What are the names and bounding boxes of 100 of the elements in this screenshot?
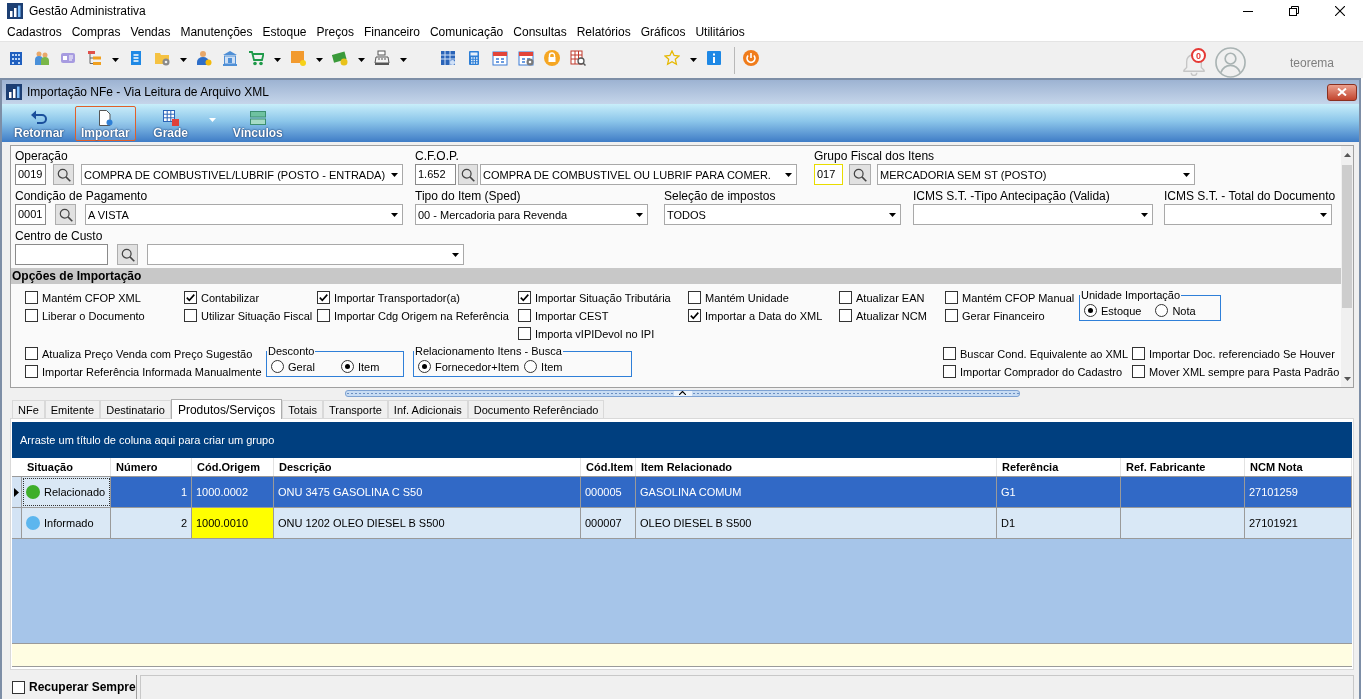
checkbox-option[interactable]: Contabilizar	[184, 289, 317, 306]
dropdown-field[interactable]	[913, 204, 1153, 225]
checkbox-option[interactable]: Mantém CFOP Manual	[945, 289, 1079, 306]
menu-item[interactable]: Utilitários	[690, 24, 750, 39]
menu-item[interactable]: Vendas	[125, 24, 176, 39]
radio-option[interactable]: Item	[524, 358, 563, 375]
table-row[interactable]: Informado 2 1000.0010 ONU 1202 OLEO DIESEL B S500 000007 OLEO DIESEL B S500 D1 27101921	[12, 508, 1352, 539]
code-field[interactable]: 0001	[15, 204, 46, 225]
checkbox-option[interactable]: Importar CEST	[518, 307, 688, 324]
column-header[interactable]: NCM Nota	[1245, 458, 1352, 476]
tab[interactable]: Totais	[282, 400, 324, 418]
checkbox-option[interactable]: Liberar o Documento	[25, 307, 184, 324]
checkbox-option[interactable]: Atualizar NCM	[839, 307, 945, 324]
tab[interactable]: NFe	[12, 400, 45, 418]
caret-icon	[273, 58, 281, 62]
row-indicator-icon	[14, 487, 19, 497]
radio-option[interactable]: Estoque	[1084, 302, 1142, 319]
checkbox-option[interactable]: Importar Cdg Origem na Referência	[317, 307, 518, 324]
scrollbar-thumb[interactable]	[1342, 165, 1352, 308]
dropdown-field[interactable]: COMPRA DE COMBUSTIVEL/LUBRIF (POSTO - ENTRADA)	[81, 164, 403, 185]
dropdown-field[interactable]: 00 - Mercadoria para Revenda	[415, 204, 648, 225]
splitter-handle[interactable]	[345, 389, 1020, 397]
scrollbar[interactable]	[1341, 146, 1353, 387]
checkbox-option[interactable]: Mantém Unidade	[688, 289, 839, 306]
search-button[interactable]	[53, 164, 74, 185]
column-header[interactable]: Número	[111, 458, 192, 476]
checkbox-option[interactable]: Importar Referência Informada Manualmente	[25, 363, 266, 380]
code-field[interactable]	[15, 244, 108, 265]
user-avatar-icon[interactable]	[1214, 47, 1246, 78]
folder-gear-icon	[154, 50, 170, 66]
menu-item[interactable]: Relatórios	[571, 24, 636, 39]
radio-option[interactable]: Fornecedor+Item	[418, 358, 520, 375]
checkbox-option[interactable]: Mover XML sempre para Pasta Padrão	[1132, 363, 1341, 380]
checkbox-option[interactable]: Recuperar Sempre	[10, 675, 137, 699]
dropdown-field[interactable]: TODOS	[664, 204, 901, 225]
column-header[interactable]: Cód.Origem	[192, 458, 274, 476]
search-button[interactable]	[849, 164, 871, 185]
search-icon	[120, 247, 135, 262]
tab[interactable]: Destinatario	[100, 400, 171, 418]
column-header[interactable]: Situação	[22, 458, 111, 476]
table-row[interactable]: Relacionado 1 1000.0002 ONU 3475 GASOLINA C S50 000005 GASOLINA COMUM G1 27101259	[12, 477, 1352, 508]
menu-item[interactable]: Comunicação	[424, 24, 509, 39]
column-header[interactable]: Descrição	[274, 458, 581, 476]
menu-item[interactable]: Gráficos	[635, 24, 691, 39]
tab[interactable]: Documento Referênciado	[467, 400, 605, 418]
menu-item[interactable]: Cadastros	[2, 24, 67, 39]
field-label: Operação	[15, 149, 69, 163]
menu-item[interactable]: Preços	[311, 24, 359, 39]
column-header[interactable]: Ref. Fabricante	[1121, 458, 1245, 476]
checkbox-option[interactable]: Atualizar EAN	[839, 289, 945, 306]
menu-item[interactable]: Estoque	[257, 24, 312, 39]
column-header[interactable]: Referência	[997, 458, 1121, 476]
group-title: Relacionamento Itens - Busca	[414, 345, 563, 357]
checkbox-option[interactable]: Mantém CFOP XML	[25, 289, 184, 306]
dropdown-field[interactable]: MERCADORIA SEM ST (POSTO)	[877, 164, 1195, 185]
table-cell: 27101259	[1245, 477, 1352, 507]
building-icon	[8, 50, 24, 66]
checkbox-option[interactable]: Importar Comprador do Cadastro	[943, 363, 1132, 380]
code-field[interactable]: 017	[814, 164, 843, 185]
checkbox-option[interactable]: Buscar Cond. Equivalente ao XML	[943, 345, 1132, 362]
code-field[interactable]: 0019	[15, 164, 46, 185]
code-field[interactable]: 1.652	[415, 164, 456, 185]
search-button[interactable]	[117, 244, 138, 265]
checkbox-option[interactable]: Utilizar Situação Fiscal	[184, 307, 317, 324]
menu-item[interactable]: Compras	[66, 24, 126, 39]
tab[interactable]: Emitente	[44, 400, 101, 418]
dropdown-field[interactable]: COMPRA DE COMBUSTIVEL OU LUBRIF PARA COMER.	[480, 164, 797, 185]
menu-item[interactable]: Financeiro	[358, 24, 425, 39]
checkbox-option[interactable]: Importar Transportador(a)	[317, 289, 518, 306]
column-header[interactable]: Cód.Item	[581, 458, 636, 476]
checkbox-option[interactable]: Gerar Financeiro	[945, 307, 1079, 324]
caret-icon	[785, 172, 792, 177]
table-cell: D1	[997, 508, 1121, 538]
dropdown-field[interactable]: A VISTA	[85, 204, 403, 225]
tab[interactable]: Produtos/Serviços	[170, 399, 283, 419]
checkbox-option[interactable]: Importar Doc. referenciado Se Houver	[1132, 345, 1341, 362]
checkbox-option[interactable]: Atualiza Preço Venda com Preço Sugestão	[25, 345, 266, 362]
radio-option[interactable]: Nota	[1155, 302, 1196, 319]
column-header[interactable]: Item Relacionado	[636, 458, 997, 476]
radio-option[interactable]: Item	[340, 358, 380, 375]
menu-item[interactable]: Consultas	[508, 24, 572, 39]
tab[interactable]: Transporte	[323, 400, 388, 418]
caret-icon	[111, 58, 119, 62]
dropdown-field[interactable]	[1164, 204, 1332, 225]
checkbox-option[interactable]: Importar a Data do XML	[688, 307, 839, 324]
menu-item[interactable]: Manutenções	[175, 24, 258, 39]
close-icon	[1337, 88, 1347, 96]
checkbox-option[interactable]: Importar Situação Tributária	[518, 289, 688, 306]
search-icon	[853, 167, 867, 182]
close-button[interactable]	[1327, 83, 1357, 101]
dropdown-field[interactable]	[147, 244, 464, 265]
table-cell: 1000.0010	[192, 508, 274, 538]
tab[interactable]: Inf. Adicionais	[387, 400, 468, 418]
field-label: C.F.O.P.	[415, 149, 460, 163]
search-button[interactable]	[458, 164, 478, 185]
undo-arrow-icon	[31, 110, 47, 126]
search-button[interactable]	[55, 204, 76, 225]
checkbox-option[interactable]: Importa vIPIDevol no IPI	[518, 325, 688, 342]
radio-option[interactable]: Geral	[271, 358, 315, 375]
person-coin-icon	[196, 50, 212, 66]
